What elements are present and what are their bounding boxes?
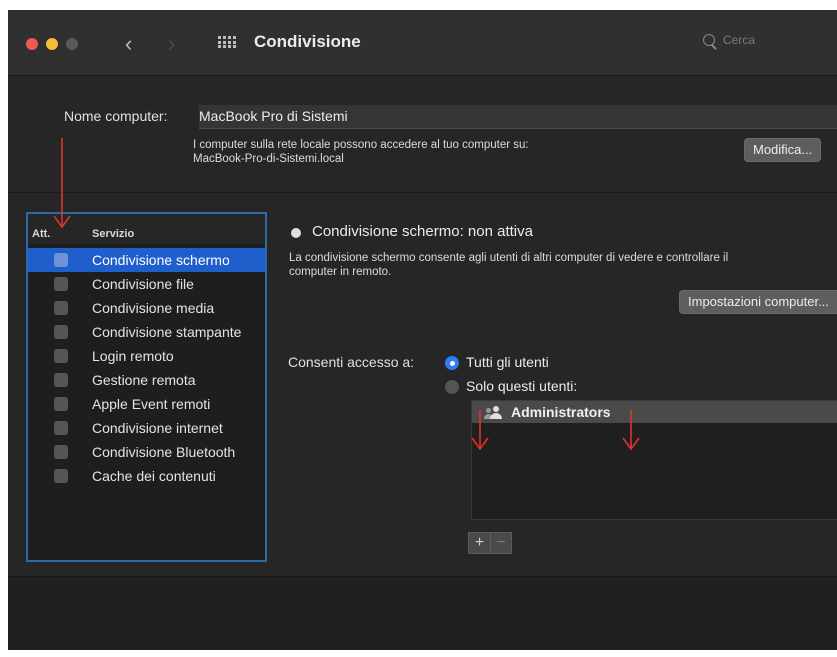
- computer-name-input[interactable]: MacBook Pro di Sistemi: [199, 105, 837, 129]
- service-row[interactable]: Condivisione schermo: [28, 248, 265, 272]
- service-label: Condivisione media: [92, 300, 215, 316]
- radio-all-users[interactable]: [445, 356, 459, 370]
- window-title: Condivisione: [254, 32, 361, 51]
- service-checkbox[interactable]: [54, 397, 68, 411]
- service-row[interactable]: Gestione remota: [28, 368, 265, 392]
- radio-only-these-users-label[interactable]: Solo questi utenti:: [466, 378, 577, 394]
- service-row[interactable]: Condivisione file: [28, 272, 265, 296]
- service-status: Condivisione schermo: non attiva: [312, 223, 533, 240]
- forward-chevron-icon[interactable]: ›: [168, 31, 175, 57]
- add-remove-control: + −: [468, 532, 512, 554]
- service-label: Gestione remota: [92, 372, 196, 388]
- computer-name-value: MacBook Pro di Sistemi: [199, 108, 348, 124]
- user-group-icon: [484, 405, 504, 419]
- column-header-on: Att.: [32, 228, 51, 240]
- service-label: Condivisione Bluetooth: [92, 444, 236, 460]
- radio-only-these-users[interactable]: [445, 380, 459, 394]
- service-checkbox[interactable]: [54, 253, 68, 267]
- section-divider: [8, 192, 837, 193]
- service-list-header: Att. Servizio: [28, 214, 265, 244]
- service-list[interactable]: Att. Servizio Condivisione schermo Condiv…: [26, 212, 267, 562]
- service-description: La condivisione schermo consente agli ut…: [289, 251, 837, 279]
- local-address-description: I computer sulla rete locale possono acc…: [193, 138, 529, 166]
- show-all-grid-icon[interactable]: [218, 36, 236, 50]
- service-checkbox[interactable]: [54, 325, 68, 339]
- close-window-button[interactable]: [26, 38, 38, 50]
- service-row[interactable]: Apple Event remoti: [28, 392, 265, 416]
- search-placeholder: Cerca: [723, 33, 756, 47]
- service-checkbox[interactable]: [54, 277, 68, 291]
- allow-access-label: Consenti accesso a:: [288, 354, 415, 370]
- remove-user-button[interactable]: −: [490, 533, 511, 553]
- service-checkbox[interactable]: [54, 373, 68, 387]
- allowed-users-list[interactable]: Administrators: [471, 400, 837, 520]
- user-group-label: Administrators: [511, 404, 611, 420]
- service-row[interactable]: Condivisione stampante: [28, 320, 265, 344]
- zoom-window-button[interactable]: [66, 38, 78, 50]
- bottom-bar: [8, 576, 837, 650]
- computer-name-label: Nome computer:: [64, 108, 168, 124]
- preferences-window: ‹ › Condivisione Cerca Nome computer: Ma…: [8, 10, 837, 650]
- column-header-service: Servizio: [92, 228, 135, 240]
- service-description-line2: computer in remoto.: [289, 266, 392, 278]
- service-row[interactable]: Cache dei contenuti: [28, 464, 265, 488]
- status-indicator-icon: [291, 228, 301, 238]
- radio-all-users-label[interactable]: Tutti gli utenti: [466, 354, 549, 370]
- service-row[interactable]: Condivisione internet: [28, 416, 265, 440]
- title-bar: ‹ › Condivisione Cerca: [8, 10, 837, 76]
- service-checkbox[interactable]: [54, 469, 68, 483]
- service-label: Condivisione stampante: [92, 324, 242, 340]
- service-label: Condivisione internet: [92, 420, 223, 436]
- local-address-line1: I computer sulla rete locale possono acc…: [193, 139, 529, 151]
- service-label: Condivisione file: [92, 276, 194, 292]
- service-label: Condivisione schermo: [92, 252, 230, 268]
- service-description-line1: La condivisione schermo consente agli ut…: [289, 252, 729, 264]
- local-address-hostname: MacBook-Pro-di-Sistemi.local: [193, 153, 344, 165]
- list-item[interactable]: Administrators: [472, 401, 837, 423]
- service-label: Cache dei contenuti: [92, 468, 216, 484]
- search-icon: [703, 34, 717, 48]
- service-checkbox[interactable]: [54, 445, 68, 459]
- service-row[interactable]: Condivisione Bluetooth: [28, 440, 265, 464]
- service-row[interactable]: Condivisione media: [28, 296, 265, 320]
- service-row[interactable]: Login remoto: [28, 344, 265, 368]
- edit-name-button[interactable]: Modifica...: [744, 138, 822, 162]
- service-checkbox[interactable]: [54, 421, 68, 435]
- service-label: Apple Event remoti: [92, 396, 211, 412]
- service-checkbox[interactable]: [54, 301, 68, 315]
- search-field[interactable]: Cerca: [703, 32, 837, 54]
- service-checkbox[interactable]: [54, 349, 68, 363]
- back-chevron-icon[interactable]: ‹: [125, 31, 132, 57]
- computer-settings-button[interactable]: Impostazioni computer...: [679, 290, 837, 314]
- service-label: Login remoto: [92, 348, 174, 364]
- add-user-button[interactable]: +: [469, 533, 490, 553]
- minimize-window-button[interactable]: [46, 38, 58, 50]
